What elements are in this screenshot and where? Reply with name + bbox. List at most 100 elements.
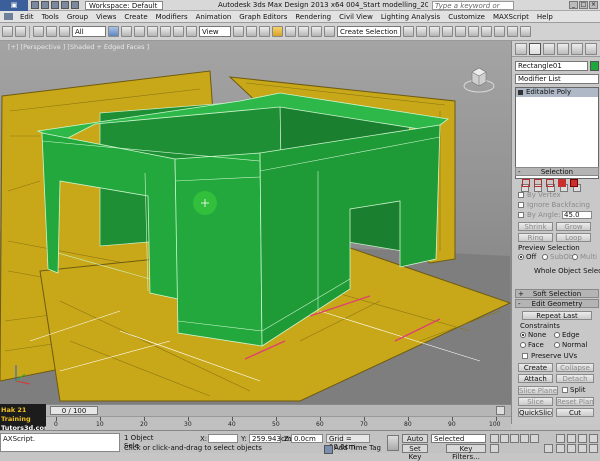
menu-civil-view[interactable]: Civil View: [335, 13, 377, 21]
slice-button[interactable]: Slice: [518, 397, 553, 406]
graphite-ribbon-icon[interactable]: [442, 26, 453, 37]
ring-button[interactable]: Ring: [518, 233, 553, 242]
previous-frame-icon[interactable]: [500, 434, 509, 443]
keyboard-shortcut-override-icon[interactable]: [259, 26, 270, 37]
unlink-icon[interactable]: [46, 26, 57, 37]
attach-button[interactable]: Attach: [518, 374, 553, 383]
schematic-view-icon[interactable]: [468, 26, 479, 37]
zoom-extents-icon[interactable]: [578, 434, 587, 443]
shrink-button[interactable]: Shrink: [518, 222, 553, 231]
align-icon[interactable]: [416, 26, 427, 37]
utilities-tab-icon[interactable]: [585, 42, 597, 55]
time-slider[interactable]: 0 / 100: [46, 404, 511, 416]
preview-multi-radio[interactable]: [572, 254, 578, 260]
menu-tools[interactable]: Tools: [38, 13, 63, 21]
select-rotate-icon[interactable]: [173, 26, 184, 37]
modify-tab-icon[interactable]: [529, 42, 541, 55]
set-key-icon[interactable]: [387, 435, 399, 451]
by-vertex-checkbox[interactable]: [518, 192, 524, 198]
max-menu-icon[interactable]: [0, 11, 16, 23]
create-button[interactable]: Create: [518, 363, 553, 372]
reset-plane-button[interactable]: Reset Plane: [556, 397, 594, 406]
viewport-label[interactable]: [+] [Perspective ] [Shaded + Edged Faces ]: [8, 43, 151, 51]
minimize-icon[interactable]: _: [569, 1, 578, 9]
next-frame-icon[interactable]: [520, 434, 529, 443]
render-production-icon[interactable]: [520, 26, 531, 37]
x-coordinate-field[interactable]: [208, 434, 238, 443]
select-move-icon[interactable]: [160, 26, 171, 37]
preserve-uvs-checkbox[interactable]: [522, 353, 528, 359]
soft-selection-rollout-header[interactable]: + Soft Selection: [515, 289, 599, 298]
mirror-icon[interactable]: [403, 26, 414, 37]
menu-views[interactable]: Views: [92, 13, 120, 21]
application-menu-button[interactable]: ▣: [0, 0, 28, 11]
go-to-start-icon[interactable]: [490, 434, 499, 443]
save-file-icon[interactable]: [51, 1, 59, 9]
render-setup-icon[interactable]: [494, 26, 505, 37]
open-file-icon[interactable]: [41, 1, 49, 9]
quickslice-button[interactable]: QuickSlice: [518, 408, 553, 417]
detach-button[interactable]: Detach: [556, 374, 594, 383]
time-slider-thumb[interactable]: 0 / 100: [50, 406, 98, 415]
selection-filter-dropdown[interactable]: All: [72, 26, 106, 37]
maxscript-listener[interactable]: AXScript.: [0, 433, 120, 452]
perspective-viewport[interactable]: [+] [Perspective ] [Shaded + Edged Faces ]: [0, 41, 511, 404]
object-name-field[interactable]: Rectangle01: [515, 61, 588, 71]
curve-editor-icon[interactable]: [455, 26, 466, 37]
auto-key-button[interactable]: Auto Key: [402, 434, 428, 451]
snaps-toggle-icon[interactable]: [272, 26, 283, 37]
spinner-snap-icon[interactable]: [311, 26, 322, 37]
menu-modifiers[interactable]: Modifiers: [152, 13, 192, 21]
material-editor-icon[interactable]: [481, 26, 492, 37]
viewport-shading-label[interactable]: [Shaded + Edged Faces ]: [67, 43, 151, 51]
selection-rollout-header[interactable]: - Selection: [515, 167, 599, 176]
stack-item-editable-poly[interactable]: Editable Poly: [516, 88, 598, 97]
selection-region-icon[interactable]: [134, 26, 145, 37]
time-configuration-icon[interactable]: [544, 444, 553, 453]
bind-space-warp-icon[interactable]: [59, 26, 70, 37]
edit-geometry-rollout-header[interactable]: - Edit Geometry: [515, 299, 599, 308]
menu-create[interactable]: Create: [120, 13, 151, 21]
loop-button[interactable]: Loop: [556, 233, 591, 242]
modifier-list-dropdown[interactable]: Modifier List: [515, 74, 599, 84]
add-time-tag-button[interactable]: Add Time Tag: [322, 444, 384, 454]
split-checkbox[interactable]: [562, 387, 568, 393]
percent-snap-icon[interactable]: [298, 26, 309, 37]
zoom-icon[interactable]: [556, 434, 565, 443]
vertex-mode-icon[interactable]: [522, 179, 530, 187]
polygon-mode-icon[interactable]: [558, 179, 566, 187]
viewcube-icon[interactable]: [462, 62, 496, 96]
zoom-extents-all-icon[interactable]: [589, 434, 598, 443]
create-tab-icon[interactable]: [515, 42, 527, 55]
hierarchy-tab-icon[interactable]: [543, 42, 555, 55]
repeat-last-button[interactable]: Repeat Last: [522, 311, 592, 320]
set-key-button[interactable]: Set Key: [402, 444, 428, 461]
grow-button[interactable]: Grow: [556, 222, 591, 231]
border-mode-icon[interactable]: [546, 179, 554, 187]
cut-button[interactable]: Cut: [556, 408, 594, 417]
viewport-pov-label[interactable]: [Perspective ]: [21, 43, 68, 51]
orbit-icon[interactable]: [578, 444, 587, 453]
search-input[interactable]: Type a keyword or phrase: [432, 0, 514, 18]
edit-named-selection-icon[interactable]: [324, 26, 335, 37]
select-by-name-icon[interactable]: [121, 26, 132, 37]
object-color-swatch[interactable]: [590, 61, 599, 71]
pan-view-icon[interactable]: [567, 444, 576, 453]
edge-mode-icon[interactable]: [534, 179, 542, 187]
preview-off-radio[interactable]: [518, 254, 524, 260]
layer-manager-icon[interactable]: [429, 26, 440, 37]
menu-edit[interactable]: Edit: [16, 13, 38, 21]
select-scale-icon[interactable]: [186, 26, 197, 37]
motion-tab-icon[interactable]: [557, 42, 569, 55]
display-tab-icon[interactable]: [571, 42, 583, 55]
key-mode-dropdown[interactable]: Selected: [431, 434, 486, 443]
zoom-all-icon[interactable]: [567, 434, 576, 443]
menu-help[interactable]: Help: [533, 13, 557, 21]
menu-animation[interactable]: Animation: [192, 13, 236, 21]
z-coordinate-field[interactable]: 0.0cm: [291, 434, 323, 443]
go-to-end-icon[interactable]: [530, 434, 539, 443]
play-icon[interactable]: [510, 434, 519, 443]
constraint-edge-radio[interactable]: [554, 332, 560, 338]
menu-lighting-analysis[interactable]: Lighting Analysis: [377, 13, 444, 21]
window-crossing-icon[interactable]: [147, 26, 158, 37]
